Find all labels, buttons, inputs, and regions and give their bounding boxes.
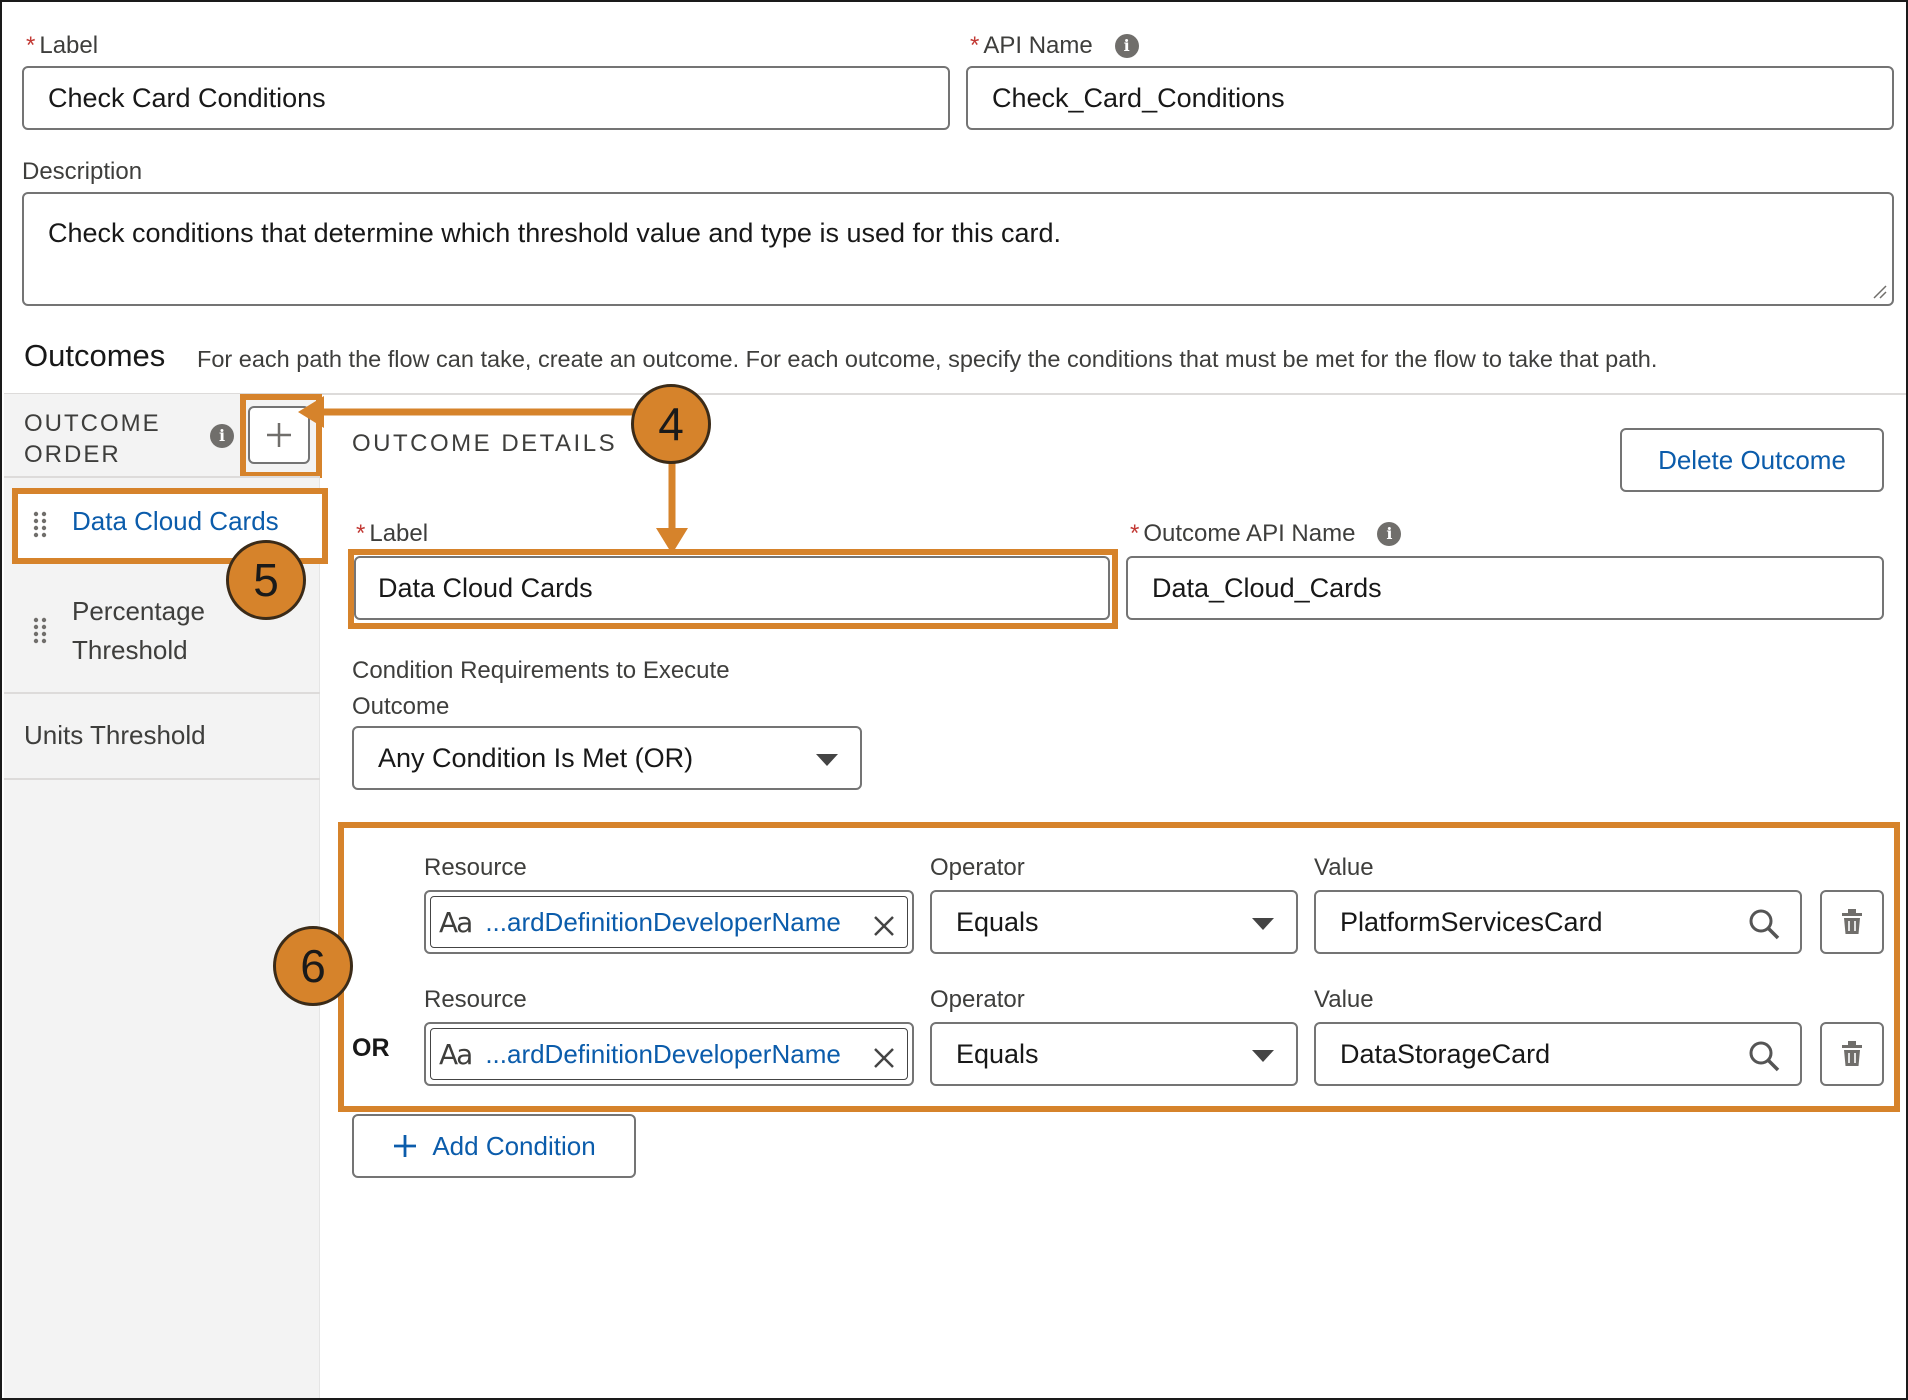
- callout-arrows: [298, 396, 688, 554]
- flow-decision-editor: * Label Check Card Conditions * API Name i …: [0, 0, 1908, 1400]
- callout-4: 4: [631, 384, 711, 464]
- callout-5: 5: [226, 540, 306, 620]
- callout-6: 6: [273, 926, 353, 1006]
